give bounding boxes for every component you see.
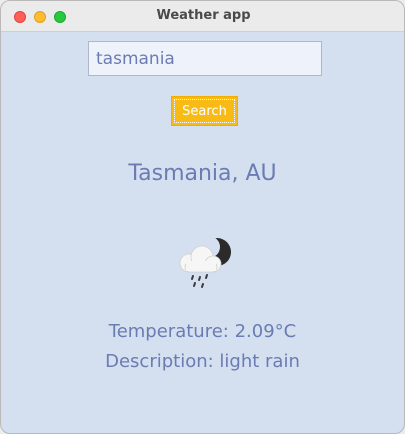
city-name: Tasmania, AU <box>128 161 277 186</box>
search-button[interactable]: Search <box>171 96 238 126</box>
search-input[interactable] <box>88 41 322 76</box>
app-window: Weather app Search Tasmania, AU <box>0 0 405 434</box>
description-label: Description: light rain <box>105 351 300 372</box>
temperature-label: Temperature: 2.09°C <box>108 321 297 342</box>
window-title: Weather app <box>156 8 251 23</box>
title-bar: Weather app <box>1 1 404 32</box>
moon-cloud-rain-icon <box>173 233 237 293</box>
